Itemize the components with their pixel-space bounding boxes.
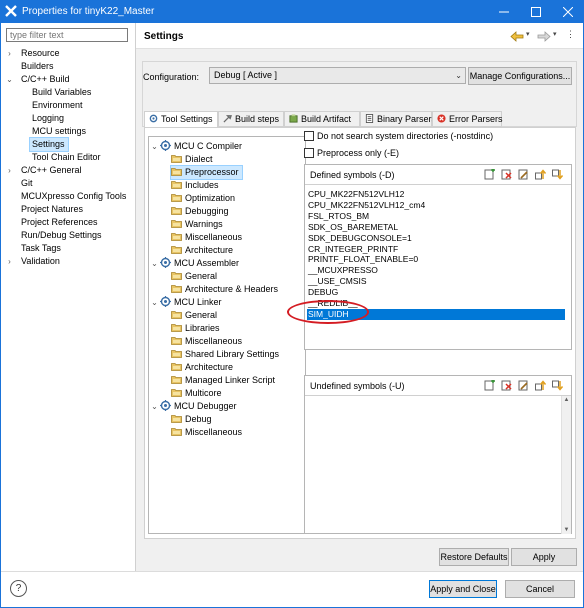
app-logo-icon <box>5 5 17 17</box>
maximize-icon <box>531 6 541 17</box>
close-icon <box>562 6 574 18</box>
maximize-button[interactable] <box>520 0 552 23</box>
title-bar: Properties for tinyK22_Master <box>0 0 584 23</box>
close-button[interactable] <box>552 0 584 23</box>
minimize-button[interactable] <box>488 0 520 23</box>
minimize-icon <box>499 11 509 13</box>
window-frame <box>0 23 584 608</box>
window-title: Properties for tinyK22_Master <box>22 6 155 17</box>
